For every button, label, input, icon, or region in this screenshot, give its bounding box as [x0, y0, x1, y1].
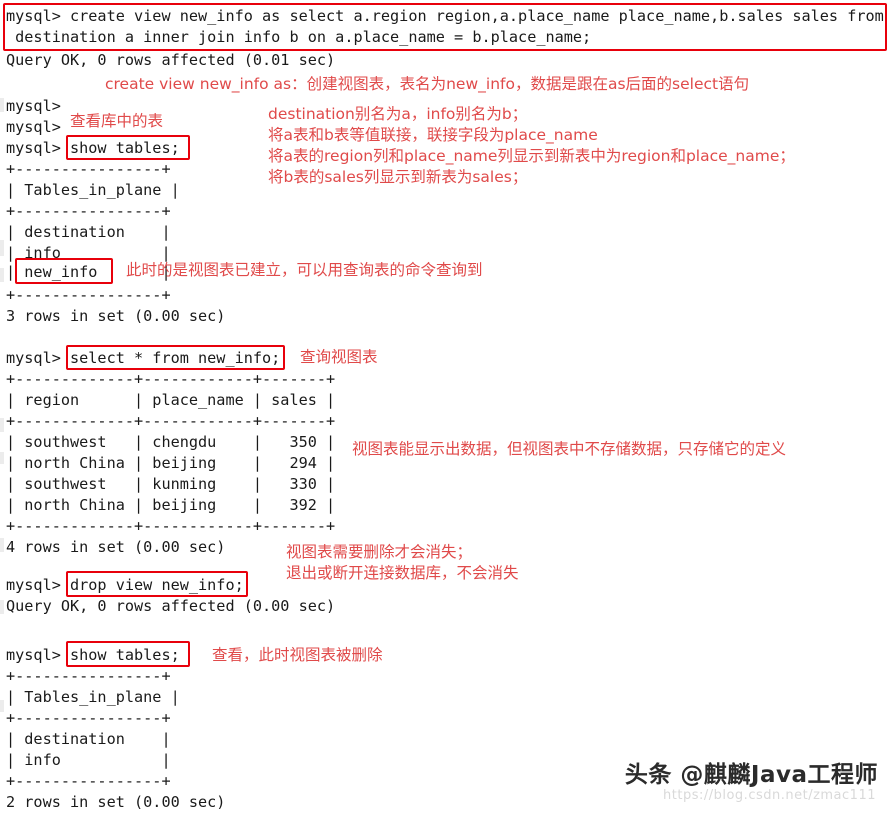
terminal-line: destination a inner join info b on a.pla… — [6, 28, 592, 46]
terminal-line: mysql> show tables; — [6, 139, 180, 157]
annotation-select-label: 查询视图表 — [300, 348, 378, 366]
terminal-line: | southwest | chengdu | 350 | — [6, 433, 336, 451]
terminal-line: Query OK, 0 rows affected (0.01 sec) — [6, 51, 336, 69]
annotation-join-explain-1: destination别名为a，info别名为b； — [268, 105, 528, 123]
terminal-line: 4 rows in set (0.00 sec) — [6, 538, 226, 556]
terminal-line: mysql> create view new_info as select a.… — [6, 7, 884, 25]
terminal-line: +----------------+ — [6, 202, 171, 220]
terminal-line: +-------------+------------+-------+ — [6, 517, 336, 535]
terminal-line: | north China | beijing | 392 | — [6, 496, 336, 514]
terminal-line: | Tables_in_plane | — [6, 688, 180, 706]
annotation-join-explain-2: 将a表和b表等值联接，联接字段为place_name — [268, 126, 598, 144]
terminal-line: +----------------+ — [6, 286, 171, 304]
annotation-create-view-explain: create view new_info as：创建视图表，表名为new_inf… — [105, 75, 750, 93]
annotation-view-no-storage: 视图表能显示出数据，但视图表中不存储数据，只存储它的定义 — [352, 440, 787, 458]
terminal-line: | southwest | kunming | 330 | — [6, 475, 336, 493]
terminal-line: | destination | — [6, 223, 171, 241]
annotation-join-explain-4: 将b表的sales列显示到新表为sales； — [268, 168, 528, 186]
annotation-view-created: 此时的是视图表已建立，可以用查询表的命令查询到 — [126, 261, 483, 279]
watermark-url: https://blog.csdn.net/zmac111 — [663, 788, 876, 803]
terminal-line: +----------------+ — [6, 667, 171, 685]
annotation-show-tables-label: 查看库中的表 — [70, 112, 164, 130]
watermark-text: 头条 @麒麟Java工程师 — [624, 762, 878, 788]
terminal-line: | region | place_name | sales | — [6, 391, 336, 409]
annotation-drop-explain-2: 退出或断开连接数据库，不会消失 — [286, 564, 519, 582]
annotation-join-explain-3: 将a表的region列和place_name列显示到新表中为region和pla… — [268, 147, 795, 165]
terminal-line: mysql> — [6, 97, 61, 115]
terminal-line: | Tables_in_plane | — [6, 181, 180, 199]
terminal-line: | info | — [6, 751, 171, 769]
terminal-line: +-------------+------------+-------+ — [6, 370, 336, 388]
terminal-line: mysql> drop view new_info; — [6, 576, 244, 594]
annotation-after-drop-label: 查看，此时视图表被删除 — [212, 646, 383, 664]
terminal-line: Query OK, 0 rows affected (0.00 sec) — [6, 597, 336, 615]
terminal-screenshot: mysql> create view new_info as select a.… — [0, 0, 890, 817]
terminal-line: mysql> select * from new_info; — [6, 349, 281, 367]
terminal-line: | north China | beijing | 294 | — [6, 454, 336, 472]
terminal-line: +----------------+ — [6, 160, 171, 178]
terminal-line: mysql> show tables; — [6, 646, 180, 664]
terminal-line: mysql> — [6, 118, 61, 136]
terminal-line: +----------------+ — [6, 709, 171, 727]
terminal-line: +----------------+ — [6, 772, 171, 790]
annotation-drop-explain-1: 视图表需要删除才会消失； — [286, 543, 473, 561]
terminal-line: 3 rows in set (0.00 sec) — [6, 307, 226, 325]
terminal-line: +-------------+------------+-------+ — [6, 412, 336, 430]
terminal-line: 2 rows in set (0.00 sec) — [6, 793, 226, 811]
terminal-line: | destination | — [6, 730, 171, 748]
